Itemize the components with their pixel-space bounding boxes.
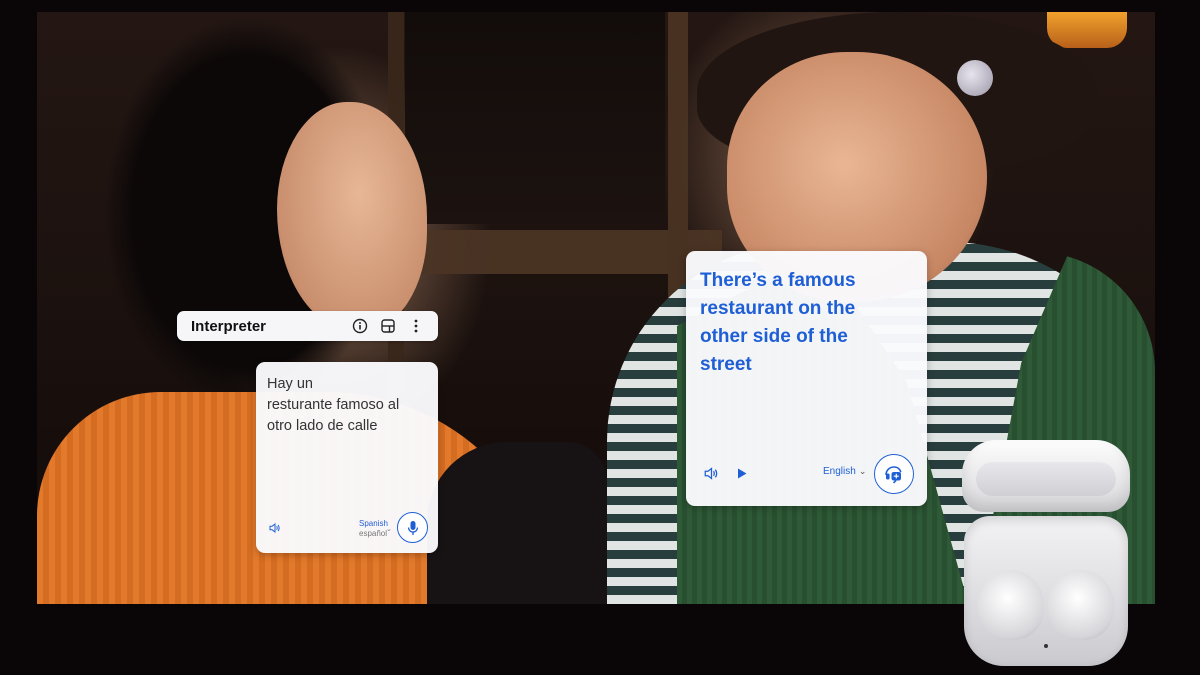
- speaker-icon[interactable]: [702, 464, 720, 482]
- translation-line: other side of the: [700, 326, 848, 347]
- source-line: Hay un: [267, 376, 313, 392]
- info-icon[interactable]: [348, 316, 372, 336]
- interpreter-title: Interpreter: [191, 317, 267, 335]
- source-language-selector[interactable]: Spanish español ⌄: [359, 519, 392, 539]
- case-lid: [962, 440, 1130, 512]
- lamp: [1047, 12, 1127, 48]
- listen-button[interactable]: [874, 454, 914, 494]
- translation-line: There’s a famous: [700, 270, 856, 291]
- chevron-down-icon: ⌄: [386, 526, 392, 533]
- chevron-down-icon: ⌄: [858, 466, 867, 476]
- case-led: [1044, 644, 1048, 648]
- case-body: [964, 516, 1128, 666]
- earbud-in-ear: [957, 60, 993, 96]
- source-language-label: Spanish: [359, 519, 388, 528]
- target-language-selector[interactable]: English ⌄: [823, 466, 866, 477]
- source-line: otro lado de calle: [267, 418, 378, 434]
- source-text: Hay un resturante famoso al otro lado de…: [267, 374, 427, 437]
- earbud-left: [978, 570, 1044, 640]
- play-icon[interactable]: [734, 464, 750, 482]
- translation-line: restaurant on the: [700, 298, 856, 319]
- translation-text: There’s a famous restaurant on the other…: [700, 267, 913, 379]
- mic-button[interactable]: [397, 512, 428, 543]
- dark-jacket: [427, 442, 607, 604]
- target-language-label: English: [823, 466, 856, 477]
- split-view-icon[interactable]: [376, 316, 400, 336]
- earbud-right: [1048, 570, 1114, 640]
- mic-icon: [407, 520, 418, 535]
- interpreter-listen-icon: [885, 466, 902, 484]
- interpreter-toolbar: Interpreter: [177, 311, 438, 341]
- speaker-icon[interactable]: [267, 520, 283, 536]
- source-line: resturante famoso al: [267, 397, 400, 413]
- source-language-native: español: [359, 529, 388, 538]
- more-vert-icon[interactable]: [404, 316, 428, 336]
- earbuds-case-image: [962, 440, 1130, 668]
- translation-line: street: [700, 354, 752, 375]
